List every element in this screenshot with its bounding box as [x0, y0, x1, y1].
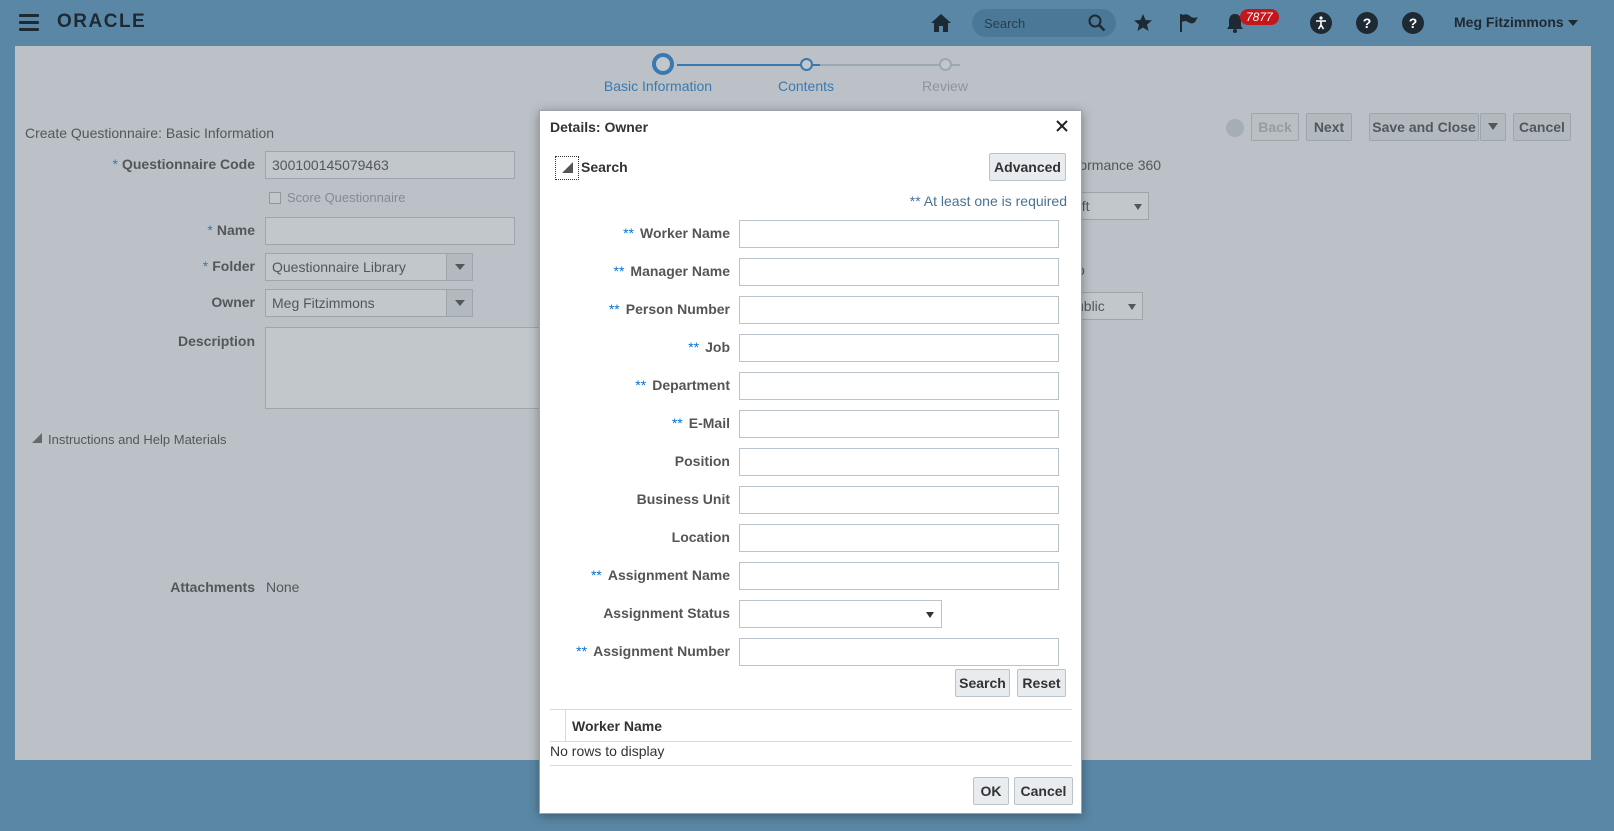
- department-label: ** Department: [530, 377, 730, 393]
- worker-name-column[interactable]: Worker Name: [572, 718, 662, 734]
- accessibility-icon[interactable]: [1308, 10, 1334, 36]
- dialog-cancel-button[interactable]: Cancel: [1014, 777, 1073, 805]
- worker-name-label-text: Worker Name: [639, 225, 730, 241]
- worker-name-field[interactable]: [739, 220, 1059, 248]
- watchlist-flag-icon[interactable]: [1176, 10, 1202, 36]
- assignment-number-label-text: Assignment Number: [593, 643, 730, 659]
- e-mail-field[interactable]: [739, 410, 1059, 438]
- business-unit-label: Business Unit: [530, 491, 730, 507]
- help-icon[interactable]: ?: [1400, 10, 1426, 36]
- search-icon[interactable]: [1088, 14, 1106, 32]
- manager-name-label-text: Manager Name: [630, 263, 730, 279]
- search-disclosure-icon[interactable]: [555, 156, 579, 180]
- position-label: Position: [530, 453, 730, 469]
- empty-results-message: No rows to display: [550, 743, 665, 759]
- manager-name-field[interactable]: [739, 258, 1059, 286]
- user-name: Meg Fitzimmons: [1454, 14, 1564, 30]
- advanced-button[interactable]: Advanced: [989, 153, 1066, 181]
- department-field[interactable]: [739, 372, 1059, 400]
- reset-button[interactable]: Reset: [1017, 669, 1066, 697]
- assignment-status-select[interactable]: [739, 600, 942, 628]
- worker-name-label: ** Worker Name: [530, 225, 730, 241]
- assignment-number-field[interactable]: [739, 638, 1059, 666]
- job-field[interactable]: [739, 334, 1059, 362]
- department-label-text: Department: [652, 377, 730, 393]
- assignment-status-label-text: Assignment Status: [603, 605, 730, 621]
- global-search[interactable]: [972, 9, 1116, 37]
- required-marker: **: [688, 339, 700, 355]
- manager-name-label: ** Manager Name: [530, 263, 731, 279]
- required-marker: **: [635, 377, 647, 393]
- required-note: ** At least one is required: [909, 193, 1067, 209]
- job-label-text: Job: [705, 339, 730, 355]
- job-label: ** Job: [530, 339, 730, 355]
- results-divider: [550, 765, 1072, 766]
- dialog-title: Details: Owner: [550, 119, 649, 135]
- required-marker: **: [590, 567, 602, 583]
- assignment-name-label-text: Assignment Name: [607, 567, 730, 583]
- assignment-name-field[interactable]: [739, 562, 1059, 590]
- person-number-field[interactable]: [739, 296, 1059, 324]
- assignment-name-label: ** Assignment Name: [530, 567, 730, 583]
- chevron-down-icon: [1567, 20, 1578, 27]
- search-section-header[interactable]: Search: [581, 159, 628, 175]
- position-label-text: Position: [674, 453, 730, 469]
- person-number-label-text: Person Number: [625, 301, 730, 317]
- business-unit-field[interactable]: [739, 486, 1059, 514]
- oracle-logo[interactable]: ORACLE: [57, 11, 146, 33]
- owner-details-dialog: Details: Owner Search Advanced ** At lea…: [539, 110, 1082, 814]
- required-marker: **: [623, 225, 634, 241]
- results-table-header: Worker Name: [550, 709, 1072, 742]
- required-marker: **: [613, 263, 625, 279]
- location-label-text: Location: [671, 529, 730, 545]
- required-marker: **: [576, 643, 588, 659]
- search-input[interactable]: [982, 13, 1086, 33]
- user-menu[interactable]: Meg Fitzimmons: [1454, 14, 1578, 30]
- ok-button[interactable]: OK: [973, 777, 1009, 805]
- help-icon[interactable]: ?: [1354, 10, 1380, 36]
- global-header: ORACLE 7877 ? ? Meg Fitzimmons: [0, 0, 1614, 46]
- required-marker: **: [671, 415, 683, 431]
- e-mail-label: ** E-Mail: [530, 415, 730, 431]
- location-label: Location: [530, 529, 730, 545]
- assignment-number-label: ** Assignment Number: [530, 643, 730, 659]
- person-number-label: ** Person Number: [530, 301, 730, 317]
- position-field[interactable]: [739, 448, 1059, 476]
- notifications-count-badge[interactable]: 7877: [1240, 9, 1279, 25]
- required-marker: **: [608, 301, 620, 317]
- location-field[interactable]: [739, 524, 1059, 552]
- search-button[interactable]: Search: [955, 669, 1010, 697]
- business-unit-label-text: Business Unit: [636, 491, 730, 507]
- row-selector-column: [550, 710, 566, 741]
- close-icon[interactable]: [1053, 117, 1071, 135]
- favorites-star-icon[interactable]: [1130, 10, 1156, 36]
- home-icon[interactable]: [928, 10, 954, 36]
- assignment-status-label: Assignment Status: [530, 605, 730, 621]
- menu-icon[interactable]: [19, 14, 39, 32]
- e-mail-label-text: E-Mail: [688, 415, 730, 431]
